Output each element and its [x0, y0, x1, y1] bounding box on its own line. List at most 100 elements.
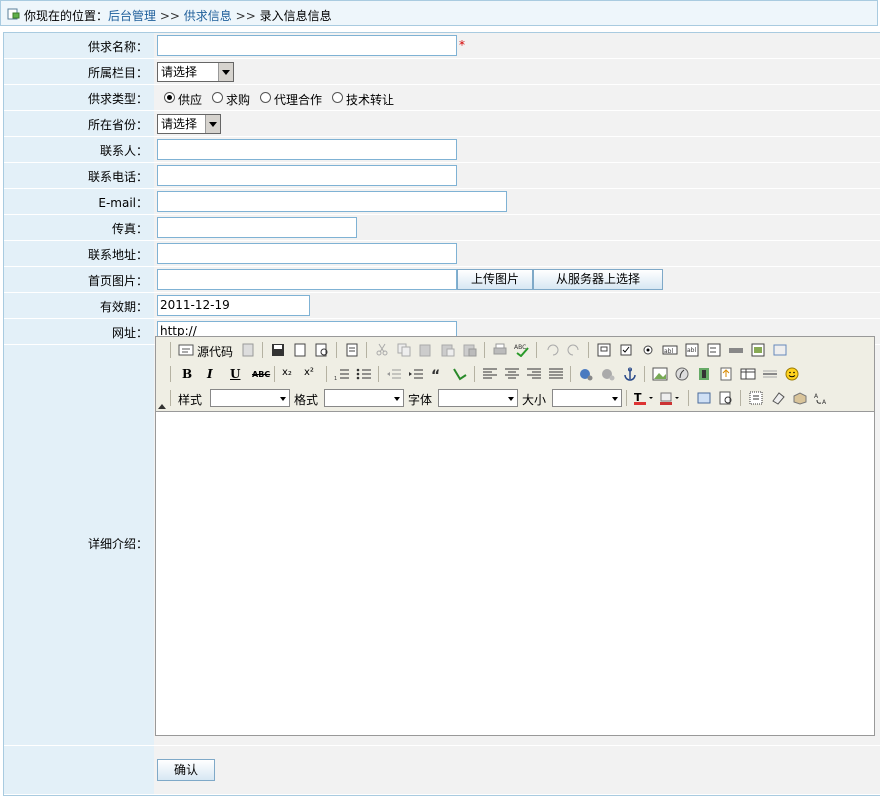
radio-button-icon[interactable]: [640, 343, 656, 357]
print-icon[interactable]: [492, 343, 508, 357]
radio-purchase[interactable]: [212, 92, 223, 103]
button-icon[interactable]: [728, 343, 744, 357]
phone-label: 联系电话：: [87, 170, 148, 184]
format-label: 格式: [294, 393, 319, 407]
name-input[interactable]: [157, 35, 457, 56]
about-icon[interactable]: [792, 391, 808, 405]
new-page-icon[interactable]: [292, 343, 308, 357]
paste-text-icon[interactable]: [440, 343, 456, 357]
italic-icon[interactable]: I: [207, 367, 213, 381]
font-select[interactable]: [438, 389, 518, 407]
column-label: 所属栏目：: [87, 66, 148, 80]
background-color-icon[interactable]: [660, 391, 682, 405]
bold-icon[interactable]: B: [182, 367, 192, 381]
image-icon[interactable]: [652, 367, 668, 381]
templates-icon[interactable]: [344, 343, 360, 357]
underline-icon[interactable]: U: [230, 367, 240, 381]
image-button-icon[interactable]: [750, 343, 766, 357]
unlink-icon[interactable]: [600, 367, 616, 381]
paste-word-icon[interactable]: [462, 343, 478, 357]
align-left-icon[interactable]: [482, 367, 498, 381]
show-blocks-icon[interactable]: [718, 391, 734, 405]
text-field-icon[interactable]: abl: [662, 343, 678, 357]
preview-icon[interactable]: [314, 343, 330, 357]
chevron-down-icon[interactable]: [505, 390, 517, 406]
choose-from-server-button[interactable]: 从服务器上选择: [533, 269, 663, 290]
remove-format-icon[interactable]: [770, 391, 786, 405]
hidden-field-icon[interactable]: [772, 343, 788, 357]
breadcrumb-link-supply[interactable]: 供求信息: [184, 9, 232, 23]
textarea-icon[interactable]: abl: [684, 343, 700, 357]
expire-date-input[interactable]: 2011-12-19: [157, 295, 310, 316]
form-icon[interactable]: [596, 343, 612, 357]
numbered-list-icon[interactable]: 1: [334, 367, 350, 381]
spellcheck-icon[interactable]: ABC: [514, 343, 530, 357]
flash-icon[interactable]: [674, 367, 690, 381]
text-color-icon[interactable]: T: [634, 391, 656, 405]
bulleted-list-icon[interactable]: [356, 367, 372, 381]
table-icon[interactable]: [740, 367, 756, 381]
address-input[interactable]: [157, 243, 457, 264]
contact-input[interactable]: [157, 139, 457, 160]
size-select[interactable]: [552, 389, 622, 407]
decrease-indent-icon[interactable]: [386, 367, 402, 381]
checkbox-icon[interactable]: [618, 343, 634, 357]
editor-content-area[interactable]: [156, 412, 874, 735]
align-right-icon[interactable]: [526, 367, 542, 381]
row-phone: 联系电话：: [4, 163, 880, 189]
email-input[interactable]: [157, 191, 507, 212]
maximize-icon[interactable]: [696, 391, 712, 405]
superscript-icon[interactable]: x²: [304, 367, 314, 378]
row-address: 联系地址：: [4, 241, 880, 267]
radio-tech-transfer[interactable]: [332, 92, 343, 103]
source-code-icon[interactable]: [178, 343, 194, 357]
chevron-down-icon[interactable]: [609, 390, 621, 406]
paste-icon[interactable]: [418, 343, 434, 357]
horizontal-rule-icon[interactable]: [762, 367, 778, 381]
redo-icon[interactable]: [566, 343, 582, 357]
province-select[interactable]: 请选择: [157, 114, 221, 134]
svg-text:“: “: [431, 368, 440, 381]
svg-text:abl: abl: [687, 347, 696, 354]
phone-input[interactable]: [157, 165, 457, 186]
cut-icon[interactable]: [374, 343, 390, 357]
image-label: 首页图片：: [87, 274, 148, 288]
blockquote-icon[interactable]: “: [430, 367, 446, 381]
file-upload-icon[interactable]: [718, 367, 734, 381]
image-path-input[interactable]: [157, 269, 457, 290]
select-field-icon[interactable]: [706, 343, 722, 357]
document-icon[interactable]: [240, 343, 256, 357]
upload-image-button[interactable]: 上传图片: [457, 269, 533, 290]
radio-supply[interactable]: [164, 92, 175, 103]
chevron-down-icon[interactable]: [205, 115, 220, 133]
column-select[interactable]: 请选择: [157, 62, 234, 82]
chevron-down-icon[interactable]: [391, 390, 403, 406]
select-all-icon[interactable]: [748, 391, 764, 405]
increase-indent-icon[interactable]: [408, 367, 424, 381]
row-contact: 联系人：: [4, 137, 880, 163]
radio-agency[interactable]: [260, 92, 271, 103]
chevron-down-icon[interactable]: [277, 390, 289, 406]
copy-icon[interactable]: [396, 343, 412, 357]
style-select[interactable]: [210, 389, 290, 407]
source-code-button[interactable]: 源代码: [197, 343, 233, 360]
chevron-down-icon[interactable]: [218, 63, 233, 81]
fax-input[interactable]: [157, 217, 357, 238]
breadcrumb-separator: >>: [235, 9, 256, 23]
align-center-icon[interactable]: [504, 367, 520, 381]
link-icon[interactable]: [578, 367, 594, 381]
subscript-icon[interactable]: x₂: [282, 367, 292, 378]
div-container-icon[interactable]: [452, 367, 468, 381]
media-icon[interactable]: [696, 367, 712, 381]
format-select[interactable]: [324, 389, 404, 407]
save-icon[interactable]: [270, 343, 286, 357]
smiley-icon[interactable]: [784, 367, 800, 381]
autoformat-icon[interactable]: AA: [814, 391, 830, 405]
anchor-icon[interactable]: [622, 367, 638, 381]
breadcrumb-link-admin[interactable]: 后台管理: [108, 9, 156, 23]
collapse-toolbar-icon[interactable]: [158, 404, 166, 409]
strikethrough-icon[interactable]: ABC: [252, 370, 270, 379]
align-justify-icon[interactable]: [548, 367, 564, 381]
undo-icon[interactable]: [544, 343, 560, 357]
confirm-button[interactable]: 确认: [157, 759, 215, 781]
